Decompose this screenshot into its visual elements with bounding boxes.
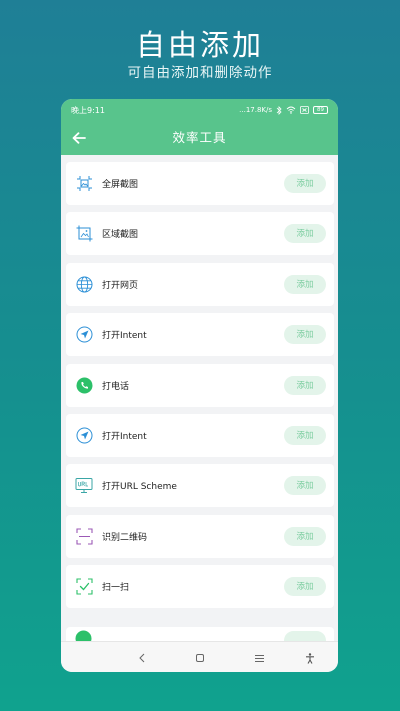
globe-icon [75,275,93,293]
phone-icon [75,376,93,394]
accessibility-icon [306,652,314,664]
action-list: 全屏截图 添加 区域截图 添加 打开网页 添加 打开Intent 添加 打电话 … [66,162,334,616]
promo-title: 自由添加 [135,28,264,62]
item-label: 识别二维码 [102,532,148,543]
list-item: 打开Intent 添加 [66,413,334,457]
item-label: 打开Intent [102,431,147,442]
home-nav-button[interactable] [190,648,210,668]
accessibility-button[interactable] [300,648,320,668]
navigation-bar [61,641,338,672]
item-label: 打电话 [102,381,130,392]
add-button[interactable]: 添加 [284,526,326,546]
status-icons: ...17.8K/s 89 [239,105,328,115]
add-button[interactable]: 添加 [284,224,326,244]
item-label: 打开网页 [102,280,139,291]
home-nav-icon [196,654,204,662]
phone-screen: 晚上9:11 ...17.8K/s 89 效率工具 全屏截图 添加 区域截图 添… [61,99,338,672]
status-bar: 晚上9:11 ...17.8K/s 89 [61,99,338,121]
back-nav-button[interactable] [132,648,152,668]
bluetooth-icon [276,105,282,115]
add-button[interactable]: 添加 [284,375,326,395]
add-button[interactable]: 添加 [284,174,326,193]
send-arrow-icon [75,426,93,444]
wifi-icon [286,106,296,114]
list-item: 扫一扫 添加 [66,565,334,609]
menu-nav-button[interactable] [249,648,269,668]
scan-check-icon [75,578,93,596]
qr-scan-icon [75,527,93,545]
list-item: 打电话 添加 [66,363,334,407]
item-label: 全屏截图 [102,180,139,190]
list-item: 打开网页 添加 [66,262,334,306]
send-arrow-icon [75,326,93,344]
add-button[interactable]: 添加 [284,476,326,496]
item-label: 打开Intent [102,331,147,342]
network-speed: ...17.8K/s [239,106,272,114]
page-title: 效率工具 [172,130,227,145]
item-label: 打开URL Scheme [102,482,177,493]
add-button[interactable]: 添加 [284,325,326,345]
toolbar: 效率工具 [61,121,338,155]
status-time: 晚上9:11 [71,105,105,115]
item-label: 扫一扫 [102,583,130,594]
add-button[interactable]: 添加 [284,425,326,445]
list-item: 识别二维码 添加 [66,514,334,558]
add-button[interactable]: 添加 [284,577,326,597]
list-item: 打开Intent 添加 [66,313,334,357]
promo-subtitle: 可自由添加和删除动作 [127,65,273,81]
list-item: 区域截图 添加 [66,212,334,256]
battery-icon: 89 [313,106,328,114]
menu-nav-icon [254,654,264,662]
list-item: 全屏截图 添加 [66,162,334,205]
url-monitor-icon [75,477,93,495]
list-item: 打开URL Scheme 添加 [66,464,334,508]
item-label: 区域截图 [102,230,139,241]
sim-icon [300,106,309,114]
add-button[interactable]: 添加 [284,274,326,294]
back-nav-icon [139,653,145,663]
fullscreen-screenshot-icon [75,175,93,193]
area-screenshot-icon [75,225,93,243]
